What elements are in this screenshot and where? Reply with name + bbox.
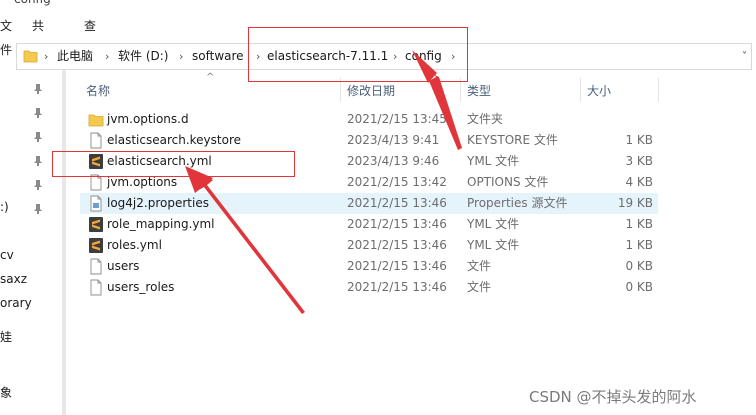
pin-icon[interactable] <box>32 203 44 215</box>
annotation-box-config-path <box>248 27 468 82</box>
file-size: 19 KB <box>617 196 653 210</box>
file-size: 3 KB <box>625 154 653 168</box>
pin-icon[interactable] <box>32 179 44 191</box>
column-divider[interactable] <box>658 78 659 102</box>
file-row[interactable]: elasticsearch.keystore 2023/4/13 9:41 KE… <box>80 130 658 151</box>
file-date: 2023/4/13 9:46 <box>347 154 440 168</box>
nav-item-label[interactable]: saxz <box>0 272 27 286</box>
file-date: 2021/2/15 13:46 <box>347 238 447 252</box>
file-icon <box>90 279 102 296</box>
column-header-size[interactable]: 大小 <box>587 82 611 99</box>
file-type: YML 文件 <box>467 238 520 252</box>
file-date: 2021/2/15 13:45 <box>347 112 447 126</box>
nav-item-label[interactable]: 象 <box>0 384 12 401</box>
nav-item-label[interactable]: :) <box>0 200 9 214</box>
file-date: 2021/2/15 13:46 <box>347 217 447 231</box>
breadcrumb-separator[interactable]: › <box>179 44 183 69</box>
file-size: 1 KB <box>625 217 653 231</box>
breadcrumb-drive-d[interactable]: 软件 (D:) <box>118 44 168 69</box>
annotation-box-yml-file <box>52 151 295 177</box>
nav-item-label[interactable]: orary <box>0 296 32 310</box>
file-date: 2021/2/15 13:46 <box>347 259 447 273</box>
pin-icon[interactable] <box>32 107 44 119</box>
nav-pane-scrollbar[interactable] <box>62 70 66 415</box>
file-row[interactable]: role_mapping.yml 2021/2/15 13:46 YML 文件 … <box>80 214 658 235</box>
file-type: YML 文件 <box>467 154 520 168</box>
file-row[interactable]: users 2021/2/15 13:46 文件 0 KB <box>80 256 658 277</box>
file-type: 文件 <box>467 280 492 294</box>
file-type: Properties 源文件 <box>467 196 568 210</box>
file-icon <box>90 132 102 149</box>
file-size: 1 KB <box>625 133 653 147</box>
pin-icon[interactable] <box>32 131 44 143</box>
address-dropdown-icon[interactable]: ˅ <box>742 44 747 69</box>
properties-icon <box>90 195 102 212</box>
tab-file[interactable]: 文件 <box>0 14 12 57</box>
breadcrumb-this-pc[interactable]: 此电脑 <box>57 44 93 69</box>
column-header-date[interactable]: 修改日期 <box>347 82 395 99</box>
file-size: 4 KB <box>625 175 653 189</box>
file-name: users <box>107 259 140 273</box>
file-size: 0 KB <box>625 259 653 273</box>
navigation-pane: :) cv saxz orary 娃 象 <box>0 70 62 415</box>
breadcrumb-separator[interactable]: › <box>44 44 48 69</box>
nav-item-label[interactable]: cv <box>0 248 14 262</box>
file-size: 0 KB <box>625 280 653 294</box>
file-type: 文件夹 <box>467 112 504 126</box>
file-type: YML 文件 <box>467 217 520 231</box>
file-row[interactable]: roles.yml 2021/2/15 13:46 YML 文件 1 KB <box>80 235 658 256</box>
file-type: KEYSTORE 文件 <box>467 133 558 147</box>
breadcrumb-software[interactable]: software <box>192 44 244 69</box>
file-name: roles.yml <box>107 238 162 252</box>
window-title: config <box>14 0 51 6</box>
column-header-type[interactable]: 类型 <box>467 82 491 99</box>
file-name: log4j2.properties <box>107 196 209 210</box>
sublime-icon <box>89 217 103 232</box>
file-row-selected[interactable]: log4j2.properties 2021/2/15 13:46 Proper… <box>80 193 658 214</box>
breadcrumb-separator[interactable]: › <box>105 44 109 69</box>
file-row[interactable]: jvm.options.d 2021/2/15 13:45 文件夹 <box>80 109 658 130</box>
file-name: users_roles <box>107 280 175 294</box>
tab-share[interactable]: 共享 <box>32 14 44 57</box>
file-name: jvm.options.d <box>107 112 189 126</box>
file-date: 2021/2/15 13:42 <box>347 175 447 189</box>
column-header-name[interactable]: 名称 <box>86 82 110 99</box>
watermark: CSDN @不掉头发的阿水 <box>529 388 697 406</box>
pin-icon[interactable] <box>32 155 44 167</box>
column-divider[interactable] <box>580 78 581 102</box>
sublime-icon <box>89 238 103 253</box>
nav-item-label[interactable]: 娃 <box>0 328 12 345</box>
pin-icon[interactable] <box>32 83 44 95</box>
file-type: 文件 <box>467 259 492 273</box>
file-date: 2023/4/13 9:41 <box>347 133 440 147</box>
file-date: 2021/2/15 13:46 <box>347 196 447 210</box>
file-size: 1 KB <box>625 238 653 252</box>
file-name: elasticsearch.keystore <box>107 133 241 147</box>
sort-ascending-icon: ^ <box>206 72 215 83</box>
title-bar: config <box>0 0 756 6</box>
file-row[interactable]: users_roles 2021/2/15 13:46 文件 0 KB <box>80 277 658 298</box>
file-name: role_mapping.yml <box>107 217 215 231</box>
folder-icon <box>88 114 104 127</box>
file-icon <box>90 258 102 275</box>
tab-view[interactable]: 查看 <box>84 14 96 57</box>
file-type: OPTIONS 文件 <box>467 175 549 189</box>
folder-icon <box>23 50 38 63</box>
file-date: 2021/2/15 13:46 <box>347 280 447 294</box>
